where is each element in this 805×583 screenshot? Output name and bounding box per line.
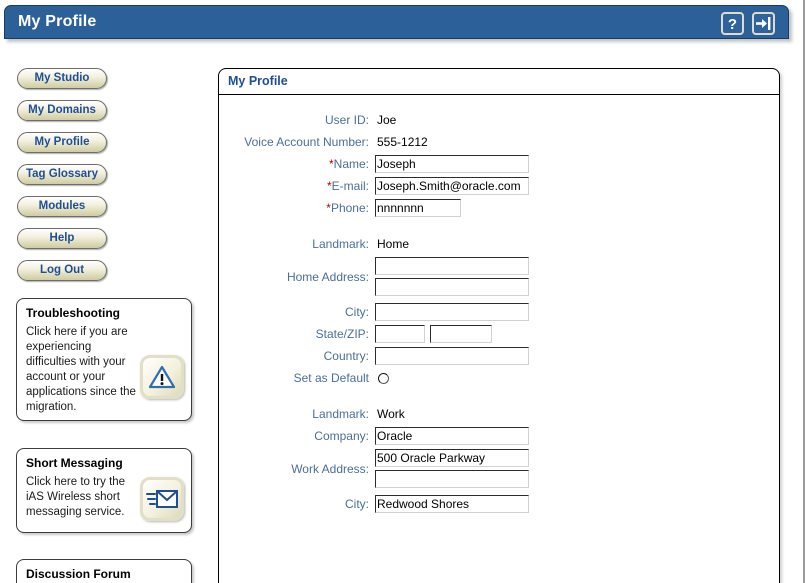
- sidebar: My Studio My Domains My Profile Tag Glos…: [0, 48, 210, 583]
- name-label: *Name:: [219, 155, 375, 173]
- sidebar-item-my-studio[interactable]: My Studio: [17, 68, 107, 89]
- work-address-fields: [375, 449, 529, 491]
- page-title: My Profile: [228, 74, 288, 88]
- warning-triangle-glyph: [148, 365, 176, 389]
- short-messaging-card[interactable]: Short Messaging Click here to try the iA…: [16, 448, 192, 533]
- work-address-label: Work Address:: [291, 462, 369, 476]
- logout-button[interactable]: [752, 12, 775, 35]
- exit-arrow-icon: [756, 17, 771, 30]
- discussion-forum-card[interactable]: Discussion Forum: [16, 559, 192, 583]
- email-label-text: E-mail:: [331, 179, 369, 193]
- row-user-id: User ID: Joe: [219, 111, 779, 129]
- home-country-input[interactable]: [375, 347, 529, 365]
- home-state-zip-label: State/ZIP:: [315, 327, 369, 341]
- phone-label-text: Phone:: [330, 201, 369, 215]
- troubleshooting-card-body: Click here if you are experiencing diffi…: [26, 325, 184, 415]
- row-work-address: Work Address:: [219, 449, 779, 491]
- landmark-work-label: Landmark:: [312, 407, 369, 421]
- email-input[interactable]: [375, 177, 529, 195]
- help-button[interactable]: ?: [721, 12, 744, 35]
- row-home-city: City:: [219, 303, 779, 321]
- envelope-glyph: [146, 490, 178, 508]
- voice-account-value: 555-1212: [377, 135, 428, 149]
- title-bar: My Profile ?: [4, 5, 789, 39]
- sidebar-item-tag-glossary[interactable]: Tag Glossary: [17, 164, 107, 185]
- work-city-label: City:: [345, 497, 369, 511]
- row-home-address: Home Address:: [219, 257, 779, 299]
- sidebar-item-help[interactable]: Help: [17, 228, 107, 249]
- phone-input[interactable]: [375, 199, 461, 217]
- home-state-zip-fields: [375, 325, 492, 343]
- row-set-as-default-home: Set as Default: [219, 369, 779, 387]
- landmark-home-label: Landmark:: [312, 237, 369, 251]
- row-company: Company:: [219, 427, 779, 445]
- home-city-label: City:: [345, 305, 369, 319]
- home-address-label: Home Address:: [286, 270, 369, 284]
- troubleshooting-card-title: Troubleshooting: [26, 306, 120, 320]
- phone-label: *Phone:: [219, 199, 375, 217]
- company-input[interactable]: [375, 427, 529, 445]
- panel-header: My Profile: [219, 69, 779, 95]
- work-address-line2-input[interactable]: [375, 470, 529, 488]
- row-voice-account: Voice Account Number: 555-1212: [219, 133, 779, 151]
- sidebar-item-modules[interactable]: Modules: [17, 196, 107, 217]
- home-city-input[interactable]: [375, 303, 529, 321]
- work-address-line1-input[interactable]: [375, 449, 529, 467]
- warning-triangle-icon[interactable]: [140, 355, 184, 399]
- user-id-label: User ID:: [324, 113, 369, 127]
- name-label-text: Name:: [333, 157, 369, 171]
- set-as-default-radio[interactable]: [378, 373, 389, 384]
- name-input[interactable]: [375, 155, 529, 173]
- window-title: My Profile: [18, 13, 97, 30]
- home-address-fields: [375, 257, 529, 299]
- short-messaging-card-body: Click here to try the iAS Wireless short…: [26, 475, 184, 521]
- landmark-home-value: Home: [377, 237, 410, 251]
- email-label: *E-mail:: [219, 177, 375, 195]
- troubleshooting-card[interactable]: Troubleshooting Click here if you are ex…: [16, 298, 192, 421]
- profile-form: User ID: Joe Voice Account Number: 555-1…: [219, 95, 779, 513]
- sidebar-item-my-domains[interactable]: My Domains: [17, 100, 107, 121]
- sidebar-item-my-profile[interactable]: My Profile: [17, 132, 107, 153]
- question-mark-icon: ?: [728, 16, 737, 33]
- row-name: *Name:: [219, 155, 779, 173]
- row-landmark-home: Landmark: Home: [219, 235, 779, 253]
- work-city-input[interactable]: [375, 495, 529, 513]
- application-window: My Profile ? My Studio My Domains My Pro…: [0, 0, 805, 583]
- home-address-line1-input[interactable]: [375, 257, 529, 275]
- short-messaging-card-text: Click here to try the iAS Wireless short…: [26, 476, 126, 518]
- home-state-input[interactable]: [375, 325, 425, 343]
- svg-text:?: ?: [728, 16, 737, 33]
- home-zip-input[interactable]: [430, 325, 492, 343]
- company-label: Company:: [314, 429, 369, 443]
- landmark-work-value: Work: [377, 407, 405, 421]
- envelope-icon[interactable]: [140, 477, 184, 521]
- my-profile-panel: My Profile User ID: Joe Voice Account Nu…: [218, 68, 780, 583]
- row-work-city: City:: [219, 495, 779, 513]
- voice-account-label: Voice Account Number:: [244, 135, 369, 149]
- row-landmark-work: Landmark: Work: [219, 405, 779, 423]
- user-id-value: Joe: [377, 113, 397, 127]
- row-home-country: Country:: [219, 347, 779, 365]
- set-as-default-label: Set as Default: [293, 371, 369, 385]
- sidebar-item-log-out[interactable]: Log Out: [17, 260, 107, 281]
- home-country-label: Country:: [323, 349, 369, 363]
- row-home-state-zip: State/ZIP:: [219, 325, 779, 343]
- row-email: *E-mail:: [219, 177, 779, 195]
- troubleshooting-card-text: Click here if you are experiencing diffi…: [26, 326, 136, 413]
- short-messaging-card-title: Short Messaging: [26, 456, 123, 470]
- home-address-line2-input[interactable]: [375, 278, 529, 296]
- row-phone: *Phone:: [219, 199, 779, 217]
- discussion-forum-card-title: Discussion Forum: [26, 567, 131, 581]
